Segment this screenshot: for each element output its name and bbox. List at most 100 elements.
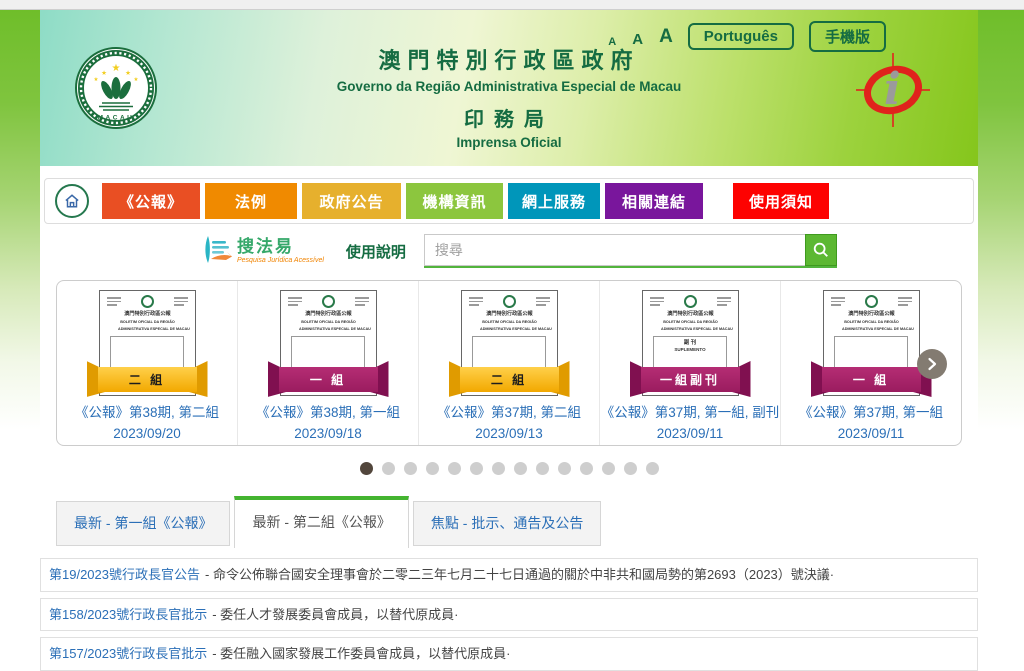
tab-latest-series1[interactable]: 最新 - 第一組《公報》: [56, 501, 230, 546]
nav-item-about[interactable]: 機構資訊: [406, 183, 503, 219]
cover-emblem-icon: [684, 295, 697, 308]
font-size-small-button[interactable]: A: [608, 36, 616, 48]
nav-item-legislation[interactable]: 法例: [205, 183, 297, 219]
carousel-dot[interactable]: [404, 462, 417, 475]
svg-text:i: i: [884, 64, 901, 115]
gazette-caption[interactable]: 《公報》第37期, 第一組, 副刊 2023/09/11: [601, 403, 780, 445]
main-navigation: 《公報》 法例 政府公告 機構資訊 網上服務 相關連結 使用須知: [44, 178, 974, 224]
legal-search-logo[interactable]: 搜法易 Pesquisa Jurídica Acessível: [203, 235, 324, 267]
cover-emblem-icon: [141, 295, 154, 308]
nav-item-terms-of-use[interactable]: 使用須知: [733, 183, 829, 219]
gazette-cover: 澳門特別行政區公報 BOLETIM OFICIAL DA REGIÃO ADMI…: [823, 290, 920, 396]
home-icon: [63, 191, 81, 211]
gazette-cover: 澳門特別行政區公報 BOLETIM OFICIAL DA REGIÃO ADMI…: [280, 290, 377, 396]
gazette-title-link[interactable]: 《公報》第37期, 第一組, 副刊: [601, 403, 780, 424]
gazette-cover: 澳門特別行政區公報 BOLETIM OFICIAL DA REGIÃO ADMI…: [461, 290, 558, 396]
search-button[interactable]: [805, 234, 837, 266]
announcement-link[interactable]: 第19/2023號行政長官公告: [49, 567, 200, 582]
announcement-link[interactable]: 第158/2023號行政長官批示: [49, 607, 207, 622]
nav-item-gov-notices[interactable]: 政府公告: [302, 183, 401, 219]
legal-search-logo-title: 搜法易: [237, 238, 324, 255]
gazette-carousel: 澳門特別行政區公報 BOLETIM OFICIAL DA REGIÃO ADMI…: [56, 280, 962, 446]
carousel-dot[interactable]: [646, 462, 659, 475]
home-button[interactable]: [55, 184, 89, 218]
cover-emblem-icon: [503, 295, 516, 308]
nav-item-online-services[interactable]: 網上服務: [508, 183, 600, 219]
gazette-caption[interactable]: 《公報》第38期, 第二組 2023/09/20: [75, 403, 219, 445]
header-titles: 澳門特別行政區政府 Governo da Região Administrati…: [40, 43, 978, 150]
gazette-cover: 澳門特別行政區公報 BOLETIM OFICIAL DA REGIÃO ADMI…: [99, 290, 196, 396]
nav-item-related-links[interactable]: 相關連結: [605, 183, 703, 219]
gazette-caption[interactable]: 《公報》第38期, 第一組 2023/09/18: [256, 403, 400, 445]
cover-title-pt2: ADMINISTRATIVA ESPECIAL DE MACAU: [118, 327, 177, 332]
site-header: ★ ★ ★ ★ ★ MACAU 澳門特別行政區政府 Governo da Reg…: [40, 10, 978, 166]
gazette-cover: 澳門特別行政區公報 BOLETIM OFICIAL DA REGIÃO ADMI…: [642, 290, 739, 396]
cover-title-pt1: BOLETIM OFICIAL DA REGIÃO: [118, 320, 177, 325]
gazette-title-link[interactable]: 《公報》第38期, 第二組: [75, 403, 219, 424]
gazette-card[interactable]: 澳門特別行政區公報 BOLETIM OFICIAL DA REGIÃO ADMI…: [599, 281, 780, 445]
cover-supplement-zh: 副 刊: [658, 340, 723, 346]
cover-supplement-pt: SUPLEMENTO: [663, 348, 717, 353]
gazette-caption[interactable]: 《公報》第37期, 第二組 2023/09/13: [437, 403, 581, 445]
gazette-card[interactable]: 澳門特別行政區公報 BOLETIM OFICIAL DA REGIÃO ADMI…: [418, 281, 599, 445]
announcement-list: 第19/2023號行政長官公告 - 命令公佈聯合國安全理事會於二零二三年七月二十七…: [40, 558, 978, 671]
gazette-card[interactable]: 澳門特別行政區公報 BOLETIM OFICIAL DA REGIÃO ADMI…: [237, 281, 418, 445]
legal-search-logo-subtitle: Pesquisa Jurídica Acessível: [237, 257, 324, 264]
bureau-title-zh: 印務局: [40, 103, 978, 132]
carousel-dot[interactable]: [426, 462, 439, 475]
gazette-card[interactable]: 澳門特別行政區公報 BOLETIM OFICIAL DA REGIÃO ADMI…: [57, 281, 237, 445]
announcement-desc: - 命令公佈聯合國安全理事會於二零二三年七月二十七日通過的關於中非共和國局勢的第…: [205, 567, 834, 582]
search-input[interactable]: [424, 234, 805, 266]
legal-search-logo-icon: [203, 235, 233, 267]
carousel-pagination: [40, 462, 978, 475]
nav-item-gazette[interactable]: 《公報》: [102, 183, 200, 219]
search-icon: [812, 240, 830, 260]
bureau-title-pt: Imprensa Oficial: [40, 135, 978, 150]
gazette-date: 2023/09/11: [799, 424, 943, 445]
cover-title-zh: 澳門特別行政區公報: [106, 312, 188, 318]
gazette-title-link[interactable]: 《公報》第37期, 第一組: [799, 403, 943, 424]
usage-instructions-link[interactable]: 使用說明: [346, 241, 406, 262]
browser-top-strip: [0, 0, 1024, 10]
tab-latest-series2[interactable]: 最新 - 第二組《公報》: [234, 496, 408, 548]
carousel-dot[interactable]: [580, 462, 593, 475]
cover-right-text: [174, 295, 188, 306]
content-tabs: 最新 - 第一組《公報》 最新 - 第二組《公報》 焦點 - 批示、通告及公告: [56, 496, 962, 546]
gazette-title-link[interactable]: 《公報》第38期, 第一組: [256, 403, 400, 424]
announcement-row: 第158/2023號行政長官批示 - 委任人才發展委員會成員，以替代原成員·: [40, 598, 978, 632]
announcement-row: 第157/2023號行政長官批示 - 委任融入國家發展工作委員會成員，以替代原成員…: [40, 637, 978, 671]
imprensa-oficial-logo-icon: i: [853, 50, 933, 130]
font-size-medium-button[interactable]: A: [632, 31, 643, 48]
font-size-large-button[interactable]: A: [659, 26, 673, 48]
cover-emblem-icon: [865, 295, 878, 308]
carousel-dot[interactable]: [536, 462, 549, 475]
mobile-version-button[interactable]: 手機版: [809, 21, 886, 52]
font-size-controls: A A A: [608, 26, 673, 48]
gazette-date: 2023/09/11: [601, 424, 780, 445]
gazette-title-link[interactable]: 《公報》第37期, 第二組: [437, 403, 581, 424]
carousel-dot[interactable]: [470, 462, 483, 475]
carousel-dot[interactable]: [514, 462, 527, 475]
carousel-dot[interactable]: [448, 462, 461, 475]
gazette-date: 2023/09/13: [437, 424, 581, 445]
carousel-dot[interactable]: [360, 462, 373, 475]
header-controls: A A A Português 手機版: [608, 21, 886, 52]
announcement-desc: - 委任融入國家發展工作委員會成員，以替代原成員·: [212, 646, 510, 661]
gov-title-pt: Governo da Região Administrativa Especia…: [40, 79, 978, 94]
page-column: ★ ★ ★ ★ ★ MACAU 澳門特別行政區政府 Governo da Reg…: [40, 10, 978, 647]
tab-highlights[interactable]: 焦點 - 批示、通告及公告: [413, 501, 601, 546]
carousel-dot[interactable]: [558, 462, 571, 475]
carousel-dot[interactable]: [624, 462, 637, 475]
gazette-date: 2023/09/18: [256, 424, 400, 445]
carousel-dot[interactable]: [602, 462, 615, 475]
cover-left-text: [107, 295, 121, 306]
carousel-next-button[interactable]: [917, 349, 947, 379]
announcement-desc: - 委任人才發展委員會成員，以替代原成員·: [212, 607, 458, 622]
announcement-link[interactable]: 第157/2023號行政長官批示: [49, 646, 207, 661]
carousel-dot[interactable]: [492, 462, 505, 475]
cover-emblem-icon: [322, 295, 335, 308]
gazette-date: 2023/09/20: [75, 424, 219, 445]
carousel-dot[interactable]: [382, 462, 395, 475]
portuguese-language-button[interactable]: Português: [688, 23, 794, 50]
gazette-caption[interactable]: 《公報》第37期, 第一組 2023/09/11: [799, 403, 943, 445]
